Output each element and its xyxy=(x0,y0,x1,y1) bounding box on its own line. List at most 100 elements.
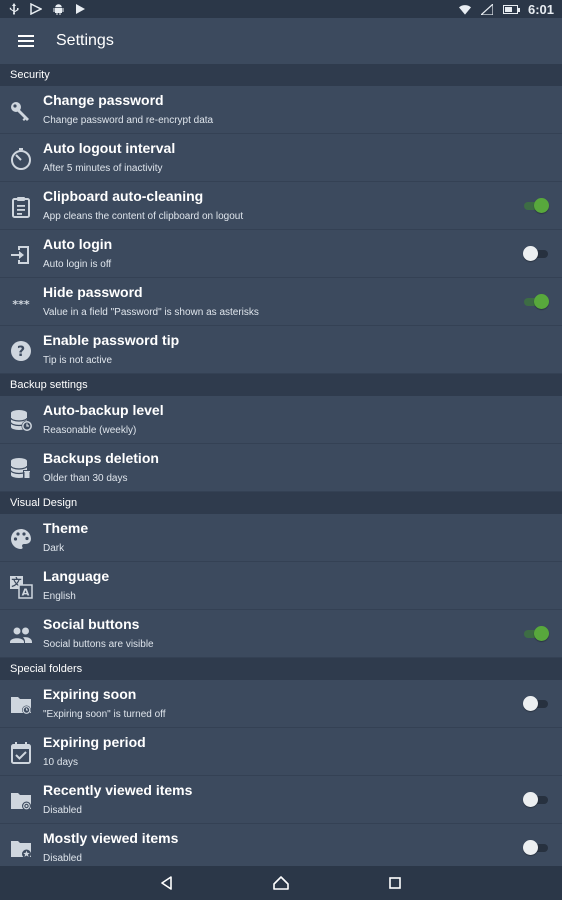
setting-subtitle: Disabled xyxy=(43,805,82,816)
folder-eye-icon xyxy=(8,788,34,814)
hamburger-menu-icon[interactable] xyxy=(0,18,52,64)
setting-subtitle: Disabled xyxy=(43,853,82,864)
setting-item-auto-logout-interval[interactable]: Auto logout interval After 5 minutes of i… xyxy=(0,134,562,182)
setting-subtitle: Value in a field "Password" is shown as … xyxy=(43,307,259,318)
home-icon[interactable] xyxy=(224,866,338,900)
signal-icon xyxy=(480,3,493,15)
back-icon[interactable] xyxy=(110,866,224,900)
setting-title: Change password xyxy=(43,92,164,108)
palette-icon xyxy=(8,526,34,552)
auto-login-toggle[interactable] xyxy=(523,246,548,262)
setting-item-social-buttons[interactable]: Social buttons Social buttons are visible xyxy=(0,610,562,658)
svg-text:***: *** xyxy=(12,298,30,311)
wifi-icon xyxy=(458,3,471,15)
section-header-backup-settings: Backup settings xyxy=(0,374,562,396)
login-icon xyxy=(8,242,34,268)
setting-subtitle: Social buttons are visible xyxy=(43,639,154,650)
recents-icon[interactable] xyxy=(338,866,452,900)
setting-title: Recently viewed items xyxy=(43,782,193,798)
setting-item-backups-deletion[interactable]: Backups deletion Older than 30 days xyxy=(0,444,562,492)
setting-item-enable-password-tip[interactable]: ? Enable password tip Tip is not active xyxy=(0,326,562,374)
setting-subtitle: 10 days xyxy=(43,757,79,768)
mostly-viewed-items-toggle[interactable] xyxy=(523,840,548,856)
setting-subtitle: Reasonable (weekly) xyxy=(43,425,137,436)
setting-item-hide-password[interactable]: *** Hide password Value in a field "Passwo… xyxy=(0,278,562,326)
setting-item-expiring-period[interactable]: Expiring period 10 days xyxy=(0,728,562,776)
setting-title: Auto login xyxy=(43,236,113,252)
folder-clock-icon xyxy=(8,692,34,718)
toggle-thumb xyxy=(534,626,549,641)
section-header-visual-design: Visual Design xyxy=(0,492,562,514)
setting-item-recently-viewed-items[interactable]: Recently viewed items Disabled xyxy=(0,776,562,824)
play-store-icon xyxy=(74,3,86,15)
help-icon: ? xyxy=(8,338,34,364)
calendar-check-icon xyxy=(8,740,34,766)
setting-subtitle: English xyxy=(43,591,76,602)
setting-subtitle: Change password and re-encrypt data xyxy=(43,115,214,126)
page-title: Settings xyxy=(56,32,114,49)
app-toolbar: Settings xyxy=(0,18,562,64)
status-bar: 6:01 xyxy=(0,0,562,18)
setting-title: Language xyxy=(43,568,110,584)
setting-title: Social buttons xyxy=(43,616,140,632)
setting-subtitle: "Expiring soon" is turned off xyxy=(43,709,166,720)
setting-item-language[interactable]: 文 A Language English xyxy=(0,562,562,610)
setting-title: Expiring period xyxy=(43,734,146,750)
setting-item-change-password[interactable]: Change password Change password and re-en… xyxy=(0,86,562,134)
setting-item-auto-backup-level[interactable]: Auto-backup level Reasonable (weekly) xyxy=(0,396,562,444)
setting-item-mostly-viewed-items[interactable]: Mostly viewed items Disabled xyxy=(0,824,562,866)
status-bar-notifications xyxy=(8,3,86,15)
navigation-bar xyxy=(0,866,562,900)
setting-title: Auto logout interval xyxy=(43,140,176,156)
database-delete-icon xyxy=(8,456,34,482)
notification-icon xyxy=(30,3,42,15)
section-header-security: Security xyxy=(0,64,562,86)
svg-text:A: A xyxy=(22,588,30,599)
setting-item-auto-login[interactable]: Auto login Auto login is off xyxy=(0,230,562,278)
setting-subtitle: App cleans the content of clipboard on l… xyxy=(43,211,244,222)
setting-subtitle: Auto login is off xyxy=(43,259,112,270)
database-clock-icon xyxy=(8,408,34,434)
setting-subtitle: Dark xyxy=(43,543,65,554)
toggle-thumb xyxy=(534,294,549,309)
folder-star-icon xyxy=(8,836,34,862)
setting-title: Mostly viewed items xyxy=(43,830,179,846)
status-bar-system: 6:01 xyxy=(458,1,554,17)
toggle-thumb xyxy=(523,246,538,261)
battery-icon xyxy=(502,4,520,14)
usb-icon xyxy=(8,3,20,15)
people-icon xyxy=(8,622,34,648)
setting-title: Clipboard auto-cleaning xyxy=(43,188,204,204)
android-icon xyxy=(52,3,64,15)
setting-title: Theme xyxy=(43,520,89,536)
setting-title: Auto-backup level xyxy=(43,402,164,418)
setting-subtitle: After 5 minutes of inactivity xyxy=(43,163,163,174)
setting-item-theme[interactable]: Theme Dark xyxy=(0,514,562,562)
setting-item-expiring-soon[interactable]: Expiring soon "Expiring soon" is turned o… xyxy=(0,680,562,728)
toggle-thumb xyxy=(534,198,549,213)
setting-title: Backups deletion xyxy=(43,450,159,466)
svg-text:?: ? xyxy=(17,344,25,360)
section-header-special-folders: Special folders xyxy=(0,658,562,680)
recently-viewed-items-toggle[interactable] xyxy=(523,792,548,808)
toggle-thumb xyxy=(523,696,538,711)
status-time: 6:01 xyxy=(527,1,554,17)
expiring-soon-toggle[interactable] xyxy=(523,696,548,712)
setting-title: Expiring soon xyxy=(43,686,137,702)
toggle-thumb xyxy=(523,840,538,855)
clipboard-icon xyxy=(8,194,34,220)
setting-item-clipboard-auto-cleaning[interactable]: Clipboard auto-cleaning App cleans the co… xyxy=(0,182,562,230)
setting-subtitle: Tip is not active xyxy=(43,355,113,366)
toggle-thumb xyxy=(523,792,538,807)
asterisks-icon: *** xyxy=(8,290,34,316)
settings-list[interactable]: Security Change password Change password a… xyxy=(0,64,562,866)
setting-subtitle: Older than 30 days xyxy=(43,473,128,484)
key-icon xyxy=(8,98,34,124)
setting-title: Hide password xyxy=(43,284,143,300)
setting-title: Enable password tip xyxy=(43,332,180,348)
translate-icon: 文A xyxy=(8,574,34,600)
timer-icon xyxy=(8,146,34,172)
clipboard-auto-cleaning-toggle[interactable] xyxy=(524,198,549,214)
hide-password-toggle[interactable] xyxy=(524,294,549,310)
social-buttons-toggle[interactable] xyxy=(524,626,549,642)
